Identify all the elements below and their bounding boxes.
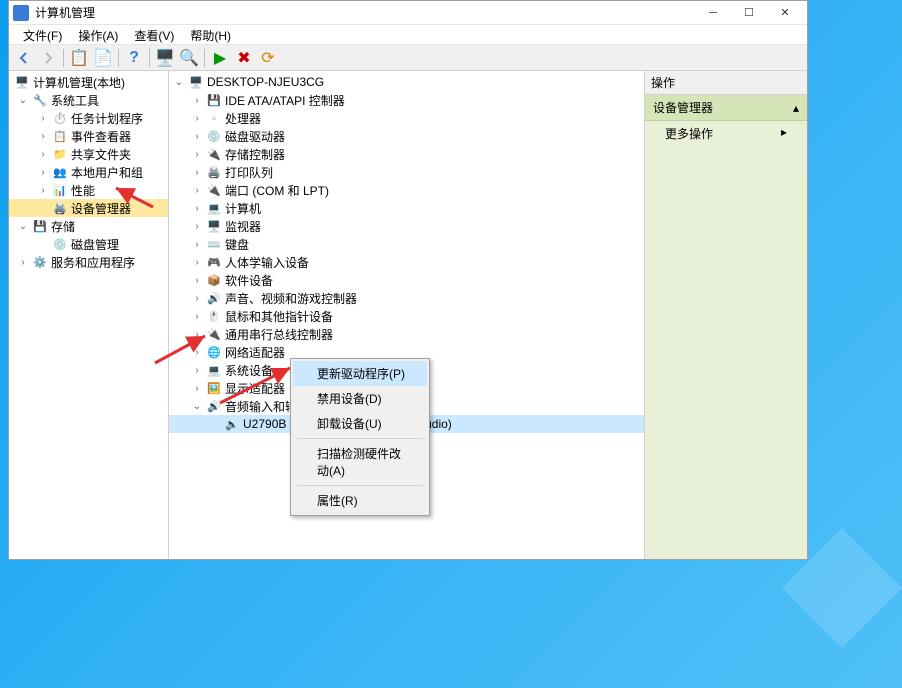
disk-icon: 💿 [52,236,68,252]
cm-disable[interactable]: 禁用设备(D) [293,386,427,411]
cm-update-driver[interactable]: 更新驱动程序(P) [293,361,427,386]
expander-icon[interactable]: ⌄ [17,95,29,106]
tree-device-manager[interactable]: 🖨️设备管理器 [9,199,168,217]
comp-icon: 💻 [206,200,222,216]
actions-pane: 操作 设备管理器▴ 更多操作▸ [645,71,807,559]
ide-icon: 💾 [206,92,222,108]
actions-header: 操作 [645,71,807,95]
menu-view[interactable]: 查看(V) [126,25,182,44]
enable-button[interactable]: ▶ [209,47,231,69]
left-tree-pane[interactable]: 🖥️计算机管理(本地) ⌄🔧系统工具 ›⏱️任务计划程序 ›📋事件查看器 ›📁共… [9,71,169,559]
tree-local-users[interactable]: ›👥本地用户和组 [9,163,168,181]
ctrl-icon: 🔌 [206,146,222,162]
mouse-icon: 🖱️ [206,308,222,324]
cm-separator [297,438,423,439]
menu-action[interactable]: 操作(A) [70,25,126,44]
dev-monitors[interactable]: ›🖥️监视器 [169,217,644,235]
tree-performance[interactable]: ›📊性能 [9,181,168,199]
event-icon: 📋 [52,128,68,144]
device-icon: 🖨️ [52,200,68,216]
dev-computers[interactable]: ›💻计算机 [169,199,644,217]
help-button[interactable]: ? [123,47,145,69]
tools-icon: 🔧 [32,92,48,108]
up-button[interactable]: 📋 [68,47,90,69]
dev-print[interactable]: ›🖨️打印队列 [169,163,644,181]
printer-icon: 🖨️ [206,164,222,180]
tree-services[interactable]: ›⚙️服务和应用程序 [9,253,168,271]
tree-disk-mgmt[interactable]: 💿磁盘管理 [9,235,168,253]
cpu-icon: ▫️ [206,110,222,126]
clock-icon: ⏱️ [52,110,68,126]
dev-ide[interactable]: ›💾IDE ATA/ATAPI 控制器 [169,91,644,109]
tree-storage[interactable]: ⌄💾存储 [9,217,168,235]
scan-button[interactable]: 🔍 [178,47,200,69]
dev-software[interactable]: ›📦软件设备 [169,271,644,289]
software-icon: 📦 [206,272,222,288]
tree-shared-folders[interactable]: ›📁共享文件夹 [9,145,168,163]
dev-sound[interactable]: ›🔊声音、视频和游戏控制器 [169,289,644,307]
dev-cpu[interactable]: ›▫️处理器 [169,109,644,127]
tree-task-scheduler[interactable]: ›⏱️任务计划程序 [9,109,168,127]
update-button[interactable]: ⟳ [257,47,279,69]
dev-usb[interactable]: ›🔌通用串行总线控制器 [169,325,644,343]
app-icon [13,5,29,21]
services-icon: ⚙️ [32,254,48,270]
port-icon: 🔌 [206,182,222,198]
dev-hid[interactable]: ›🎮人体学输入设备 [169,253,644,271]
view-button[interactable]: 🖥️ [154,47,176,69]
menu-file[interactable]: 文件(F) [15,25,70,44]
tree-system-tools[interactable]: ⌄🔧系统工具 [9,91,168,109]
dev-ports[interactable]: ›🔌端口 (COM 和 LPT) [169,181,644,199]
cm-separator [297,485,423,486]
users-icon: 👥 [52,164,68,180]
cm-scan[interactable]: 扫描检测硬件改动(A) [293,441,427,483]
sound-icon: 🔊 [206,290,222,306]
keyboard-icon: ⌨️ [206,236,222,252]
toolbar: 📋 📄 ? 🖥️ 🔍 ▶ ✖ ⟳ [9,45,807,71]
folder-icon: 📁 [52,146,68,162]
dev-storage-ctrl[interactable]: ›🔌存储控制器 [169,145,644,163]
usb-icon: 🔌 [206,326,222,342]
computer-icon: 🖥️ [14,74,30,90]
chevron-right-icon: ▸ [781,125,787,142]
gpu-icon: 🖼️ [206,380,222,396]
actions-group[interactable]: 设备管理器▴ [645,95,807,121]
minimize-button[interactable]: ─ [695,2,731,24]
audio-icon: 🔊 [206,398,222,414]
hid-icon: 🎮 [206,254,222,270]
speaker-icon: 🔈 [224,416,240,432]
dev-disk[interactable]: ›💿磁盘驱动器 [169,127,644,145]
properties-button[interactable]: 📄 [92,47,114,69]
forward-button[interactable] [37,47,59,69]
dev-mouse[interactable]: ›🖱️鼠标和其他指针设备 [169,307,644,325]
pc-icon: 🖥️ [188,74,204,90]
menu-help[interactable]: 帮助(H) [182,25,239,44]
context-menu: 更新驱动程序(P) 禁用设备(D) 卸载设备(U) 扫描检测硬件改动(A) 属性… [290,358,430,516]
system-icon: 💻 [206,362,222,378]
titlebar[interactable]: 计算机管理 ─ ☐ ✕ [9,1,807,25]
dev-keyboards[interactable]: ›⌨️键盘 [169,235,644,253]
tree-event-viewer[interactable]: ›📋事件查看器 [9,127,168,145]
disable-button[interactable]: ✖ [233,47,255,69]
maximize-button[interactable]: ☐ [731,2,767,24]
menubar: 文件(F) 操作(A) 查看(V) 帮助(H) [9,25,807,45]
network-icon: 🌐 [206,344,222,360]
cm-properties[interactable]: 属性(R) [293,488,427,513]
back-button[interactable] [13,47,35,69]
window-title: 计算机管理 [35,4,695,21]
collapse-icon: ▴ [793,101,799,115]
actions-more[interactable]: 更多操作▸ [645,121,807,146]
dev-computer[interactable]: ⌄🖥️DESKTOP-NJEU3CG [169,73,644,91]
tree-root[interactable]: 🖥️计算机管理(本地) [9,73,168,91]
perf-icon: 📊 [52,182,68,198]
hdd-icon: 💿 [206,128,222,144]
monitor-icon: 🖥️ [206,218,222,234]
close-button[interactable]: ✕ [767,2,803,24]
cm-uninstall[interactable]: 卸载设备(U) [293,411,427,436]
storage-icon: 💾 [32,218,48,234]
